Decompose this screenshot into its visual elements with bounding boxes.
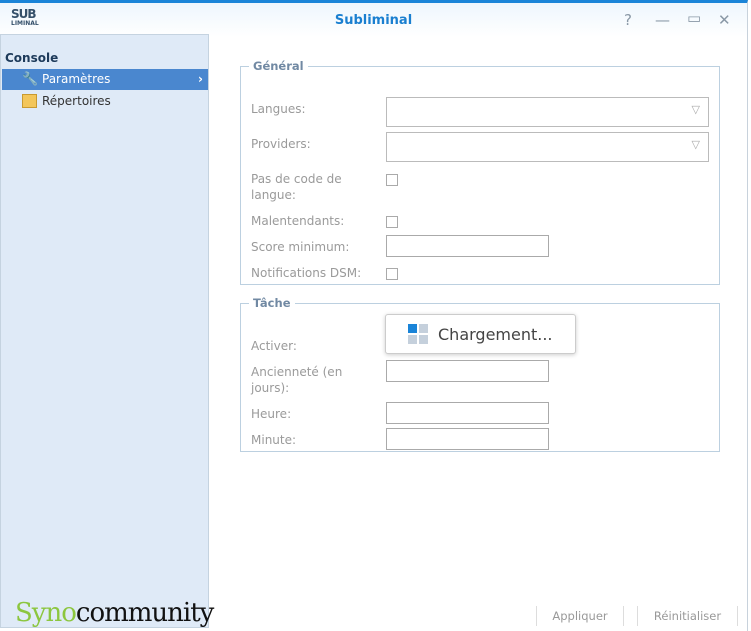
pas-code-label: Pas de code de langue:	[251, 172, 342, 202]
sidebar: Console 🔧 Paramètres › Répertoires Synoc…	[0, 34, 214, 628]
langues-label: Langues:	[251, 102, 306, 116]
maximize-icon[interactable]: ▭	[687, 9, 701, 27]
help-icon[interactable]: ?	[624, 11, 632, 29]
langues-combo[interactable]: ▽	[386, 97, 709, 127]
close-icon[interactable]: ✕	[718, 11, 731, 29]
providers-label: Providers:	[251, 137, 311, 151]
tache-legend: Tâche	[253, 296, 291, 310]
providers-combo[interactable]: ▽	[386, 132, 709, 162]
loading-text: Chargement...	[438, 325, 553, 344]
score-input[interactable]	[386, 235, 549, 257]
dropdown-arrow-icon: ▽	[691, 103, 700, 116]
malentendants-checkbox[interactable]	[386, 216, 398, 228]
sidebar-item-parametres[interactable]: 🔧 Paramètres ›	[2, 69, 208, 90]
loading-indicator: Chargement...	[385, 314, 576, 354]
general-legend: Général	[253, 59, 304, 73]
minute-input[interactable]	[386, 428, 549, 450]
minute-label: Minute:	[251, 433, 297, 447]
score-label: Score minimum:	[251, 240, 350, 254]
window-title: Subliminal	[334, 13, 413, 28]
apply-button[interactable]: Appliquer	[536, 606, 624, 626]
sidebar-item-repertoires[interactable]: Répertoires	[2, 91, 208, 112]
synocommunity-logo: Synocommunity	[15, 598, 214, 628]
minimize-icon[interactable]: —	[655, 11, 670, 29]
title-bar: SUB LIMINAL Subliminal ? — ▭ ✕	[0, 3, 747, 37]
wrench-icon: 🔧	[22, 72, 39, 87]
general-fieldset: Général Langues: ▽ Providers: ▽ Pas de c…	[240, 59, 720, 285]
anciennete-label: Ancienneté (en jours):	[251, 365, 343, 395]
anciennete-input[interactable]	[386, 360, 549, 382]
notifications-checkbox[interactable]	[386, 268, 398, 280]
heure-input[interactable]	[386, 402, 549, 424]
malentendants-label: Malentendants:	[251, 214, 345, 228]
pas-code-checkbox[interactable]	[386, 174, 398, 186]
sidebar-header: Console	[5, 51, 59, 65]
reset-button[interactable]: Réinitialiser	[637, 606, 738, 626]
folder-icon	[22, 94, 37, 108]
heure-label: Heure:	[251, 407, 292, 421]
activer-label: Activer:	[251, 339, 297, 353]
dropdown-arrow-icon: ▽	[691, 138, 700, 151]
chevron-right-icon: ›	[198, 72, 203, 86]
notifications-label: Notifications DSM:	[251, 266, 362, 280]
